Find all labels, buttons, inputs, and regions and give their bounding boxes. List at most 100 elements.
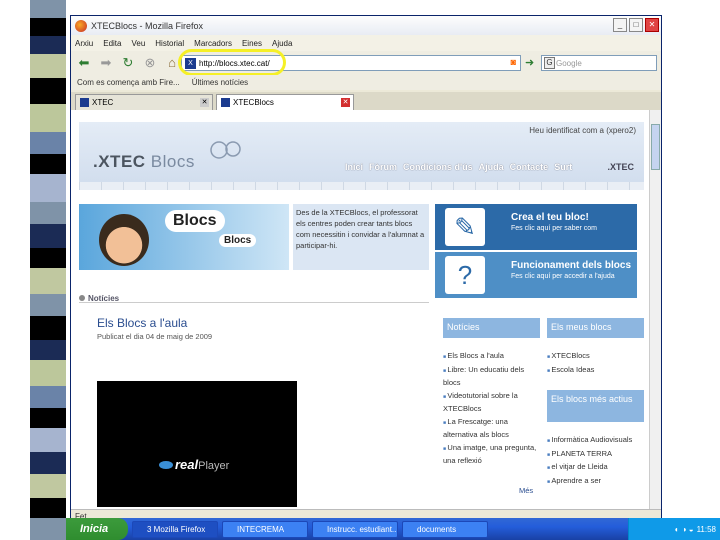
bookmarks-bar: Com es comença amb Fire... Últimes notíc… [71, 75, 661, 90]
site-header: Heu identificat com a (xpero2) .XTEC Blo… [79, 122, 644, 182]
menu-bar: Arxiu Edita Veu Historial Marcadors Eine… [71, 35, 661, 51]
search-box[interactable]: G Google [541, 55, 657, 71]
nav-forum[interactable]: Fòrum [369, 162, 397, 172]
nav-ajuda[interactable]: Ajuda [479, 162, 504, 172]
cta-subtitle: Fes clic aquí per accedir a l'ajuda [511, 273, 615, 280]
taskbar-item-firefox[interactable]: 3 Mozilla Firefox [132, 520, 218, 538]
logo-text-blocs: Blocs [145, 152, 195, 171]
cta-title: Crea el teu bloc! [511, 212, 589, 223]
list-item[interactable]: Una imatge, una pregunta, una reflexió [443, 442, 543, 468]
search-engine-label[interactable]: G [544, 57, 555, 69]
cartoon-child-image [99, 214, 149, 266]
menu-eines[interactable]: Eines [242, 39, 262, 48]
list-item[interactable]: PLANETA TERRA [547, 448, 647, 462]
title-bar: XTECBlocs - Mozilla Firefox _ □ ✕ [71, 16, 661, 35]
list-item[interactable]: Videotutorial sobre la XTECBlocs [443, 390, 543, 416]
browser-window: XTECBlocs - Mozilla Firefox _ □ ✕ Arxiu … [70, 15, 662, 540]
realplayer-logo: realPlayer [159, 457, 229, 472]
divider [79, 302, 429, 303]
tab-favicon-icon [80, 98, 89, 107]
url-highlight-annotation [178, 49, 286, 76]
list-item[interactable]: La Frescatge: una alternativa als blocs [443, 416, 543, 442]
bookmark-1[interactable]: Com es comença amb Fire... [77, 78, 180, 87]
close-tab-icon[interactable]: ✕ [341, 98, 350, 107]
realplayer-icon [159, 461, 173, 469]
tab-label: XTECBlocs [233, 98, 274, 107]
window-title: XTECBlocs - Mozilla Firefox [91, 20, 204, 31]
menu-historial[interactable]: Historial [155, 39, 184, 48]
video-player[interactable]: realPlayer [97, 381, 297, 507]
forward-icon[interactable]: ➡ [97, 54, 115, 72]
start-button[interactable]: Inicia [66, 518, 128, 540]
nav-inici[interactable]: Inici [345, 162, 363, 172]
cta-subtitle: Fes clic aquí per saber com [511, 225, 597, 232]
minimize-button[interactable]: _ [613, 18, 627, 32]
close-window-button[interactable]: ✕ [645, 18, 659, 32]
question-mark-icon: ? [445, 256, 485, 294]
vertical-scrollbar[interactable] [649, 110, 661, 509]
search-placeholder: Google [556, 58, 582, 68]
my-blogs-header: Els meus blocs [547, 318, 644, 338]
list-item[interactable]: Aprendre a ser [547, 475, 647, 489]
tab-favicon-icon [221, 98, 230, 107]
taskbar: Inicia 3 Mozilla Firefox INTECREMA Instr… [66, 518, 720, 540]
menu-veu[interactable]: Veu [131, 39, 145, 48]
banner-title: Blocs [165, 210, 225, 232]
reload-icon[interactable]: ↻ [119, 54, 137, 72]
decorative-stripe [0, 0, 66, 540]
tray-icons[interactable]: ◐ ◑ ◒ [675, 525, 694, 534]
tab-xtecblocs[interactable]: XTECBlocs ✕ [216, 94, 354, 110]
news-list: Els Blocs a l'aula Libre: Un educatiu de… [443, 350, 543, 468]
pencil-notebook-icon: ✎ [445, 208, 485, 246]
firefox-icon [75, 19, 87, 32]
nav-condicions[interactable]: Condicions d'ús [403, 162, 473, 172]
menu-ajuda[interactable]: Ajuda [272, 39, 292, 48]
post-date: Publicat el dia 04 de maig de 2009 [97, 332, 213, 341]
page-content: Heu identificat com a (xpero2) .XTEC Blo… [71, 110, 649, 509]
list-item[interactable]: Els Blocs a l'aula [443, 350, 543, 364]
stop-icon[interactable]: ⊗ [141, 54, 159, 72]
list-item[interactable]: Informàtica Audiovisuals [547, 434, 647, 448]
menu-arxiu[interactable]: Arxiu [75, 39, 93, 48]
header-divider [79, 182, 644, 190]
go-icon[interactable]: ➜ [525, 56, 534, 69]
bookmark-2[interactable]: Últimes notícies [192, 78, 248, 87]
back-icon[interactable]: ⬅ [75, 54, 93, 72]
realplayer-logo-real: real [175, 457, 199, 472]
list-item[interactable]: Escola Ideas [547, 364, 647, 378]
tab-label: XTEC [92, 98, 114, 107]
menu-edita[interactable]: Edita [103, 39, 121, 48]
active-blogs-header: Els blocs més actius [547, 390, 644, 422]
post-title[interactable]: Els Blocs a l'aula [97, 316, 187, 330]
scrollbar-thumb[interactable] [651, 124, 660, 170]
taskbar-item-3[interactable]: Instrucc. estudiant... [312, 520, 398, 538]
intro-text: Des de la XTECBlocs, el professorat els … [293, 204, 429, 270]
nav-contacte[interactable]: Contacte [510, 162, 549, 172]
tab-bar: XTEC ✕ XTECBlocs ✕ [71, 92, 661, 110]
xtec-logo-small[interactable]: .XTEC [607, 162, 634, 172]
active-blogs-list: Informàtica Audiovisuals PLANETA TERRA e… [547, 434, 647, 488]
realplayer-logo-player: Player [198, 460, 230, 472]
blocs-banner: Blocs Blocs [79, 204, 289, 270]
create-blog-button[interactable]: ✎ Crea el teu bloc! Fes clic aquí per sa… [435, 204, 637, 250]
my-blogs-list: XTECBlocs Escola Ideas [547, 350, 647, 377]
navigation-toolbar: ⬅ ➡ ↻ ⊗ ⌂ X http://blocs.xtec.cat/ ◙ ➜ G… [71, 49, 661, 76]
menu-marcadors[interactable]: Marcadors [194, 39, 232, 48]
close-tab-icon[interactable]: ✕ [200, 98, 209, 107]
taskbar-item-4[interactable]: documents [402, 520, 488, 538]
taskbar-item-2[interactable]: INTECREMA [222, 520, 308, 538]
banner-subtitle: Blocs [219, 234, 257, 247]
rss-icon[interactable]: ◙ [511, 57, 516, 67]
maximize-button[interactable]: □ [629, 18, 643, 32]
system-tray: ◐ ◑ ◒ 11:58 [628, 518, 720, 540]
list-item[interactable]: XTECBlocs [547, 350, 647, 364]
site-logo[interactable]: .XTEC Blocs [93, 152, 195, 172]
tab-xtec[interactable]: XTEC ✕ [75, 94, 213, 110]
list-item[interactable]: el vitjar de Lleida [547, 461, 647, 475]
news-column-header: Notícies [443, 318, 540, 338]
nav-surt[interactable]: Surt [554, 162, 572, 172]
logo-text: .XTEC [93, 152, 146, 171]
list-item[interactable]: Libre: Un educatiu dels blocs [443, 364, 543, 390]
help-blog-button[interactable]: ? Funcionament dels blocs Fes clic aquí … [435, 252, 637, 298]
more-news-link[interactable]: Més [519, 486, 533, 495]
